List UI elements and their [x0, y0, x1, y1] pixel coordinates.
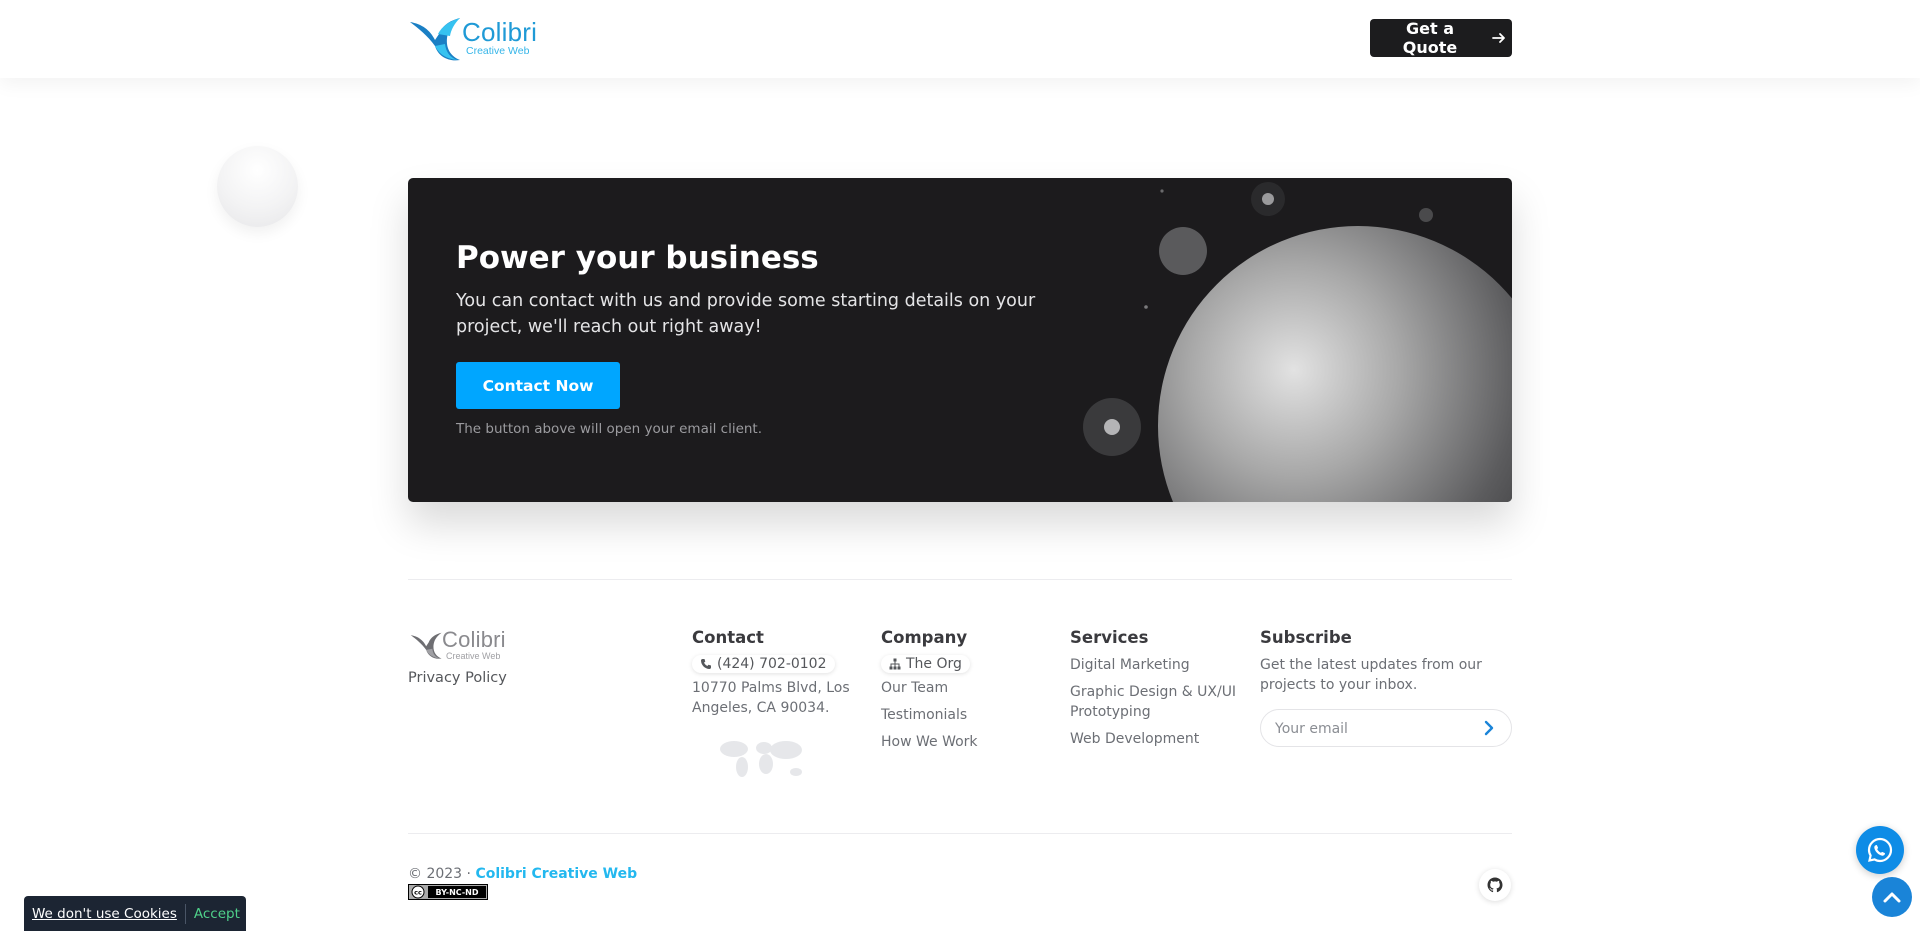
footer-logo-tagline: Creative Web: [446, 651, 501, 661]
brand-link[interactable]: Colibri Creative Web: [475, 866, 637, 882]
footer-services-column: Services Digital Marketing Graphic Desig…: [1070, 628, 1245, 756]
cta-note: The button above will open your email cl…: [456, 421, 763, 437]
footer-contact-column: Contact (424) 702-0102 10770 Palms Blvd,…: [692, 628, 852, 725]
no-cookies-link[interactable]: We don't use Cookies: [32, 906, 177, 922]
subscribe-text: Get the latest updates from our projects…: [1260, 657, 1482, 693]
subscribe-heading: Subscribe: [1260, 628, 1352, 647]
graphic-design-link[interactable]: Graphic Design & UX/UI Prototyping: [1070, 682, 1245, 722]
logo-tagline: Creative Web: [466, 45, 530, 58]
get-a-quote-label: Get a Quote: [1402, 19, 1458, 57]
phone-link[interactable]: (424) 702-0102: [692, 655, 835, 673]
whatsapp-button[interactable]: [1856, 826, 1904, 874]
our-team-link[interactable]: Our Team: [881, 678, 1051, 698]
footer-bottom-divider: [408, 833, 1512, 834]
license-label: BY-NC-ND: [435, 888, 478, 897]
planet-decoration: [1083, 182, 1512, 502]
cta-title: Power your business: [456, 240, 819, 276]
github-icon: [1487, 877, 1503, 893]
the-org-link[interactable]: The Org: [881, 655, 970, 673]
footer-subscribe-column: Subscribe Get the latest updates from ou…: [1260, 628, 1512, 748]
how-we-work-link[interactable]: How We Work: [881, 732, 1051, 752]
arrow-right-icon: [1492, 33, 1505, 43]
site-header: Colibri Creative Web Get a Quote: [0, 0, 1920, 78]
phone-number: (424) 702-0102: [717, 656, 827, 672]
world-map-decoration: [720, 741, 802, 777]
logo-name: Colibri: [462, 17, 538, 48]
decorative-sphere: [217, 146, 298, 227]
the-org-label: The Org: [906, 656, 962, 672]
contact-now-button[interactable]: Contact Now: [456, 362, 620, 409]
cta-card: Power your business You can contact with…: [408, 178, 1512, 502]
services-heading: Services: [1070, 628, 1149, 647]
github-button[interactable]: [1479, 869, 1511, 901]
phone-icon: [701, 659, 711, 669]
footer-logo[interactable]: Colibri Creative Web: [408, 628, 526, 662]
cta-description: You can contact with us and provide some…: [456, 291, 1036, 337]
digital-marketing-link[interactable]: Digital Marketing: [1070, 655, 1245, 675]
copyright: © 2023 · Colibri Creative Web: [408, 866, 637, 882]
cookie-separator: [184, 903, 186, 924]
accept-cookies-button[interactable]: Accept: [194, 906, 240, 922]
chevron-right-icon[interactable]: [1479, 718, 1499, 738]
email-input[interactable]: [1273, 710, 1477, 748]
address-text: 10770 Palms Blvd, Los Angeles, CA 90034.: [692, 680, 850, 716]
footer-logo-name: Colibri: [442, 627, 506, 652]
get-a-quote-button[interactable]: Get a Quote: [1370, 19, 1512, 57]
whatsapp-icon: [1867, 837, 1893, 863]
sitemap-icon: [889, 658, 901, 670]
web-development-link[interactable]: Web Development: [1070, 729, 1245, 749]
testimonials-link[interactable]: Testimonials: [881, 705, 1051, 725]
colibri-bird-logo-icon: [410, 18, 460, 61]
svg-text:cc: cc: [414, 889, 422, 897]
creative-commons-icon[interactable]: cc BY-NC-ND: [408, 884, 488, 900]
back-to-top-button[interactable]: [1872, 877, 1912, 917]
company-heading: Company: [881, 628, 968, 647]
cookie-banner: We don't use Cookies Accept: [24, 896, 246, 931]
footer-top-divider: [408, 579, 1512, 580]
privacy-policy-link[interactable]: Privacy Policy: [408, 670, 507, 686]
chevron-up-icon: [1883, 892, 1901, 903]
contact-heading: Contact: [692, 628, 764, 647]
copyright-prefix: © 2023 ·: [408, 866, 476, 882]
footer-company-column: Company The Org Our Team Testimonials Ho…: [881, 628, 1051, 759]
subscribe-form: [1260, 709, 1512, 748]
header-logo[interactable]: Colibri Creative Web: [408, 12, 553, 64]
